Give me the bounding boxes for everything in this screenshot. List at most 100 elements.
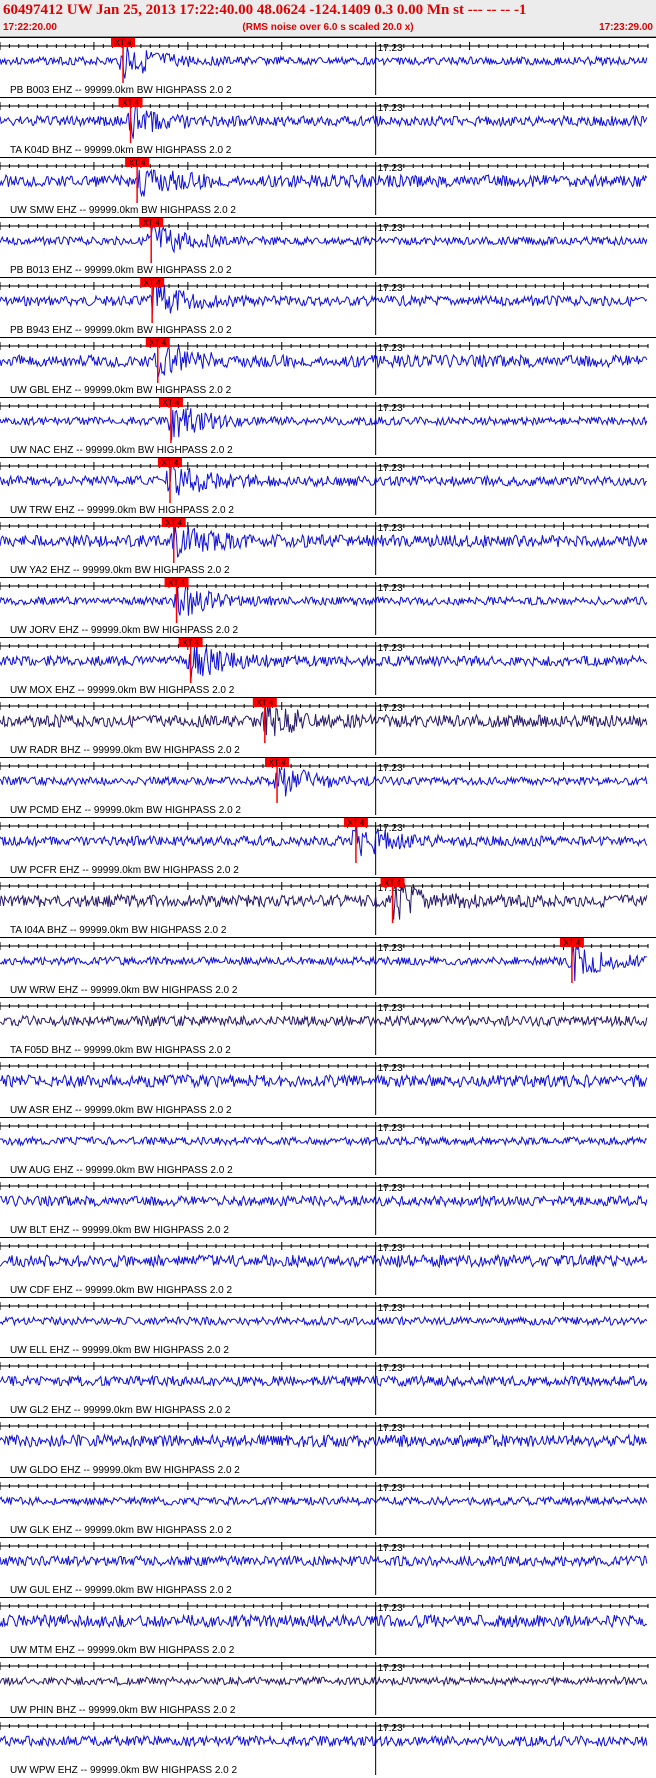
- trace-panel: 17:23 UW CDF EHZ -- 99999.0km BW HIGHPASS…: [0, 1237, 656, 1296]
- station-label: UW YA2 EHZ -- 99999.0km BW HIGHPASS 2.0 …: [10, 565, 230, 576]
- waveform: [0, 1315, 648, 1327]
- station-label: UW TRW EHZ -- 99999.0km BW HIGHPASS 2.0 …: [10, 505, 234, 516]
- trace-panel: 17:23 XT 4 UW GBL EHZ -- 99999.0km BW HIGH…: [0, 337, 656, 396]
- waveform: [0, 1554, 648, 1568]
- pick-label: XT 4: [122, 99, 139, 108]
- trace-panel: 17:23 XT 4 UW MOX EHZ -- 99999.0km BW HIGH…: [0, 637, 656, 696]
- waveform: [0, 1073, 648, 1089]
- minute-label: 17:23: [378, 1423, 403, 1434]
- station-label: TA F05D BHZ -- 99999.0km BW HIGHPASS 2.0…: [10, 1045, 231, 1056]
- pick-label: XT 4: [384, 879, 401, 888]
- waveform: [0, 526, 648, 558]
- station-label: UW JORV EHZ -- 99999.0km BW HIGHPASS 2.0…: [10, 625, 238, 636]
- waveform: [0, 1734, 648, 1748]
- trace-panel: 17:23 XT 4 PB B013 EHZ -- 99999.0km BW HIG…: [0, 217, 656, 276]
- station-label: UW GBL EHZ -- 99999.0km BW HIGHPASS 2.0 …: [10, 385, 232, 396]
- minute-label: 17:23: [378, 163, 403, 174]
- station-label: UW ELL EHZ -- 99999.0km BW HIGHPASS 2.0 …: [10, 1345, 229, 1356]
- trace-panel: 17:23 UW BLT EHZ -- 99999.0km BW HIGHPASS…: [0, 1177, 656, 1236]
- waveform: [0, 819, 648, 857]
- waveform: [0, 883, 648, 920]
- trace-panel: 17:23 XT 4 UW RADR BHZ -- 99999.0km BW HIG…: [0, 697, 656, 756]
- minute-label: 17:23: [378, 1003, 403, 1014]
- trace-panel: 17:23 XT 4 TA K04D BHZ -- 99999.0km BW HIG…: [0, 97, 656, 156]
- trace-panel: 17:23 UW ASR EHZ -- 99999.0km BW HIGHPASS…: [0, 1057, 656, 1116]
- waveform: [0, 226, 648, 254]
- waveform: [0, 1374, 648, 1388]
- end-time: 17:23:29.00: [599, 22, 653, 33]
- trace-panel: 17:23 XT 4 UW JORV EHZ -- 99999.0km BW HIG…: [0, 577, 656, 636]
- minute-label: 17:23: [378, 763, 403, 774]
- waveform: [0, 1675, 648, 1687]
- pick-label: XT 4: [564, 939, 581, 948]
- station-label: UW PCMD EHZ -- 99999.0km BW HIGHPASS 2.0…: [10, 805, 241, 816]
- pick-label: XT 4: [143, 219, 160, 228]
- station-label: UW BLT EHZ -- 99999.0km BW HIGHPASS 2.0 …: [10, 1225, 229, 1236]
- trace-panel: 17:23 XT 4 UW WRW EHZ -- 99999.0km BW HIGH…: [0, 937, 656, 996]
- station-label: PB B003 EHZ -- 99999.0km BW HIGHPASS 2.0…: [10, 85, 232, 96]
- pick-label: XT 4: [162, 459, 179, 468]
- waveform: [0, 942, 647, 982]
- minute-label: 17:23: [378, 1603, 403, 1614]
- noise-note: (RMS noise over 6.0 s scaled 20.0 x): [242, 22, 414, 33]
- station-label: TA K04D BHZ -- 99999.0km BW HIGHPASS 2.0…: [10, 145, 232, 156]
- waveform: [0, 1613, 648, 1629]
- station-label: PB B013 EHZ -- 99999.0km BW HIGHPASS 2.0…: [10, 265, 232, 276]
- pick-label: XT 4: [149, 339, 166, 348]
- trace-panel: 17:23 XT 4 PB B003 EHZ -- 99999.0km BW HIG…: [0, 37, 656, 96]
- trace-panel: 17:23 XT 4 UW NAC EHZ -- 99999.0km BW HIGH…: [0, 397, 656, 456]
- trace-panel: 17:23 XT 4 UW YA2 EHZ -- 99999.0km BW HIGH…: [0, 517, 656, 576]
- trace-panel: 17:23 UW WPW EHZ -- 99999.0km BW HIGHPASS…: [0, 1717, 656, 1776]
- station-label: PB B943 EHZ -- 99999.0km BW HIGHPASS 2.0…: [10, 325, 232, 336]
- station-label: UW MTM EHZ -- 99999.0km BW HIGHPASS 2.0 …: [10, 1645, 235, 1656]
- minute-label: 17:23: [378, 1363, 403, 1374]
- pick-label: XT 4: [144, 279, 161, 288]
- minute-label: 17:23: [378, 1123, 403, 1134]
- waveform: [0, 408, 648, 441]
- pick-label: XT 4: [129, 159, 146, 168]
- waveform: [0, 1433, 648, 1449]
- minute-label: 17:23: [378, 223, 403, 234]
- station-label: UW MOX EHZ -- 99999.0km BW HIGHPASS 2.0 …: [10, 685, 235, 696]
- minute-label: 17:23: [378, 283, 403, 294]
- station-label: UW GL2 EHZ -- 99999.0km BW HIGHPASS 2.0 …: [10, 1405, 231, 1416]
- waveform: [0, 280, 648, 315]
- trace-panel: 17:23 UW GL2 EHZ -- 99999.0km BW HIGHPASS…: [0, 1357, 656, 1416]
- trace-panel: 17:23 UW GUL EHZ -- 99999.0km BW HIGHPASS…: [0, 1537, 656, 1596]
- pick-label: XT 4: [163, 399, 180, 408]
- trace-panel: 17:23 XT 4 UW PCFR EHZ -- 99999.0km BW HIG…: [0, 817, 656, 876]
- pick-label: XT 4: [348, 819, 365, 828]
- minute-label: 17:23: [378, 403, 403, 414]
- station-label: UW AUG EHZ -- 99999.0km BW HIGHPASS 2.0 …: [10, 1165, 233, 1176]
- station-label: UW SMW EHZ -- 99999.0km BW HIGHPASS 2.0 …: [10, 205, 236, 216]
- station-label: TA I04A BHZ -- 99999.0km BW HIGHPASS 2.0…: [10, 925, 227, 936]
- event-title: 60497412 UW Jan 25, 2013 17:22:40.00 48.…: [3, 2, 527, 18]
- station-label: UW GLDO EHZ -- 99999.0km BW HIGHPASS 2.0…: [10, 1465, 240, 1476]
- waveform: [0, 46, 648, 79]
- minute-label: 17:23: [378, 1723, 403, 1734]
- station-label: UW RADR BHZ -- 99999.0km BW HIGHPASS 2.0…: [10, 745, 240, 756]
- minute-label: 17:23: [378, 1483, 403, 1494]
- pick-label: XT 4: [269, 759, 286, 768]
- seismogram-plot: 17:23 XT 4 PB B003 EHZ -- 99999.0km BW HIG…: [0, 37, 656, 1776]
- waveform: [0, 1135, 648, 1147]
- minute-label: 17:23: [378, 823, 403, 834]
- minute-label: 17:23: [378, 583, 403, 594]
- trace-panel: 17:23 XT 4 UW PCMD EHZ -- 99999.0km BW HIG…: [0, 757, 656, 816]
- minute-label: 17:23: [378, 43, 403, 54]
- waveform: [0, 345, 648, 377]
- minute-label: 17:23: [378, 703, 403, 714]
- waveform: [0, 1194, 648, 1208]
- minute-label: 17:23: [378, 1243, 403, 1254]
- pick-label: XT 4: [115, 39, 132, 48]
- minute-label: 17:23: [378, 1063, 403, 1074]
- station-label: UW WRW EHZ -- 99999.0km BW HIGHPASS 2.0 …: [10, 985, 238, 996]
- minute-label: 17:23: [378, 523, 403, 534]
- station-label: UW WPW EHZ -- 99999.0km BW HIGHPASS 2.0 …: [10, 1765, 238, 1776]
- waveform: [0, 643, 648, 683]
- trace-panel: 17:23 UW GLK EHZ -- 99999.0km BW HIGHPASS…: [0, 1477, 656, 1536]
- minute-label: 17:23: [378, 1303, 403, 1314]
- trace-panel: 17:23XT 4TA I04A BHZ -- 99999.0km BW HIG…: [0, 877, 656, 936]
- station-label: UW ASR EHZ -- 99999.0km BW HIGHPASS 2.0 …: [10, 1105, 232, 1116]
- waveform: [0, 1253, 648, 1269]
